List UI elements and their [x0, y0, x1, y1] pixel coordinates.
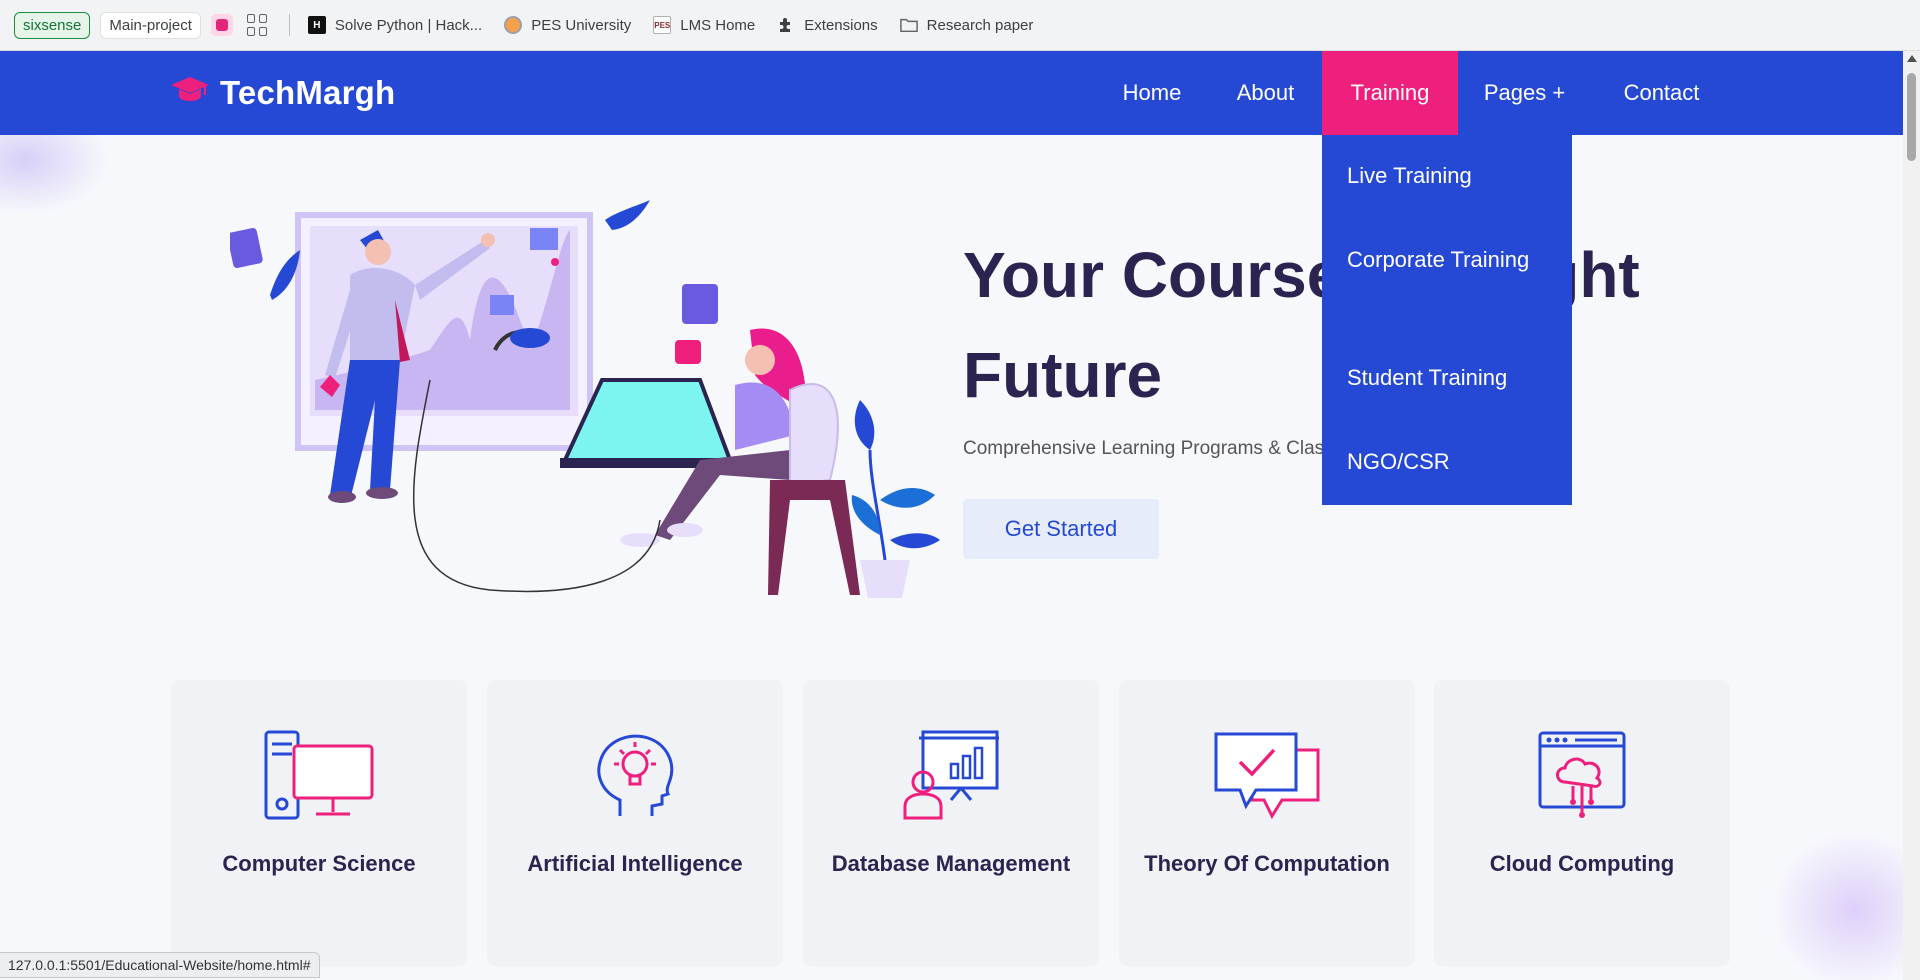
- hero-subtitle: Comprehensive Learning Programs & Classe…: [963, 438, 1354, 459]
- course-title: Theory Of Computation: [1144, 851, 1390, 876]
- hackerrank-icon: H: [307, 16, 326, 34]
- computer-desktop-icon: [171, 730, 467, 820]
- bookmark-label: Extensions: [804, 16, 878, 34]
- nav-contact[interactable]: Contact: [1591, 51, 1732, 135]
- scrollbar-thumb[interactable]: [1907, 73, 1916, 161]
- course-title: Computer Science: [222, 851, 416, 876]
- tab-group-icon[interactable]: [210, 14, 233, 36]
- dropdown-item-live-training[interactable]: Live Training: [1347, 159, 1557, 193]
- bookmark-label: Solve Python | Hack...: [334, 16, 483, 34]
- bookmark-pes-university[interactable]: PES University: [504, 16, 631, 34]
- profile-chip[interactable]: sixsense: [14, 11, 91, 39]
- course-card-cloud-computing[interactable]: Cloud Computing: [1434, 680, 1730, 966]
- brand-name: TechMargh: [220, 74, 396, 111]
- course-title: Artificial Intelligence: [527, 851, 743, 876]
- nav-pages[interactable]: Pages +: [1458, 51, 1591, 135]
- puzzle-piece-icon: [777, 16, 795, 34]
- course-title: Cloud Computing: [1489, 851, 1675, 876]
- folder-icon: [899, 16, 918, 34]
- project-chip[interactable]: Main-project: [100, 11, 201, 39]
- chat-check-icon: [1119, 730, 1415, 820]
- training-dropdown: Live Training Corporate Training Student…: [1322, 135, 1572, 505]
- presentation-board-icon: [803, 730, 1099, 820]
- decorative-blob: [1770, 830, 1920, 980]
- bookmark-label: PES University: [531, 16, 632, 34]
- apps-grid-icon[interactable]: [246, 14, 269, 36]
- get-started-button[interactable]: Get Started: [963, 499, 1159, 559]
- navbar: TechMargh Home About Training Pages + Co…: [0, 51, 1920, 135]
- lms-icon: PES: [653, 16, 672, 34]
- pes-university-icon: [504, 16, 523, 34]
- scroll-up-arrow-icon[interactable]: [1907, 55, 1917, 62]
- bookmark-lms-home[interactable]: PES LMS Home: [653, 16, 755, 34]
- page-scrollbar[interactable]: [1903, 51, 1920, 980]
- bookmark-extensions[interactable]: Extensions: [777, 16, 878, 34]
- nav-training[interactable]: Training: [1322, 51, 1458, 135]
- course-card-computer-science[interactable]: Computer Science: [171, 680, 467, 966]
- graduation-cap-icon: [170, 74, 210, 112]
- nav-about[interactable]: About: [1209, 51, 1322, 135]
- course-title: Database Management: [831, 851, 1071, 876]
- bookmarks-divider: [288, 14, 290, 36]
- dropdown-item-student-training[interactable]: Student Training: [1347, 361, 1557, 395]
- dropdown-item-ngo-csr[interactable]: NGO/CSR: [1347, 445, 1557, 479]
- nav-home[interactable]: Home: [1095, 51, 1209, 135]
- head-lightbulb-icon: [487, 730, 783, 820]
- course-card-database-management[interactable]: Database Management: [803, 680, 1099, 966]
- bookmarks-bar: sixsense Main-project H Solve Python | H…: [0, 0, 1920, 51]
- course-card-artificial-intelligence[interactable]: Artificial Intelligence: [487, 680, 783, 966]
- bookmark-research-paper[interactable]: Research paper: [899, 16, 1034, 34]
- brand-logo[interactable]: TechMargh: [170, 51, 395, 135]
- people-learning-illustration: [227, 200, 940, 600]
- dropdown-item-corporate-training[interactable]: Corporate Training: [1347, 243, 1557, 277]
- bookmark-hackerrank[interactable]: H Solve Python | Hack...: [307, 16, 483, 34]
- course-card-theory-of-computation[interactable]: Theory Of Computation: [1119, 680, 1415, 966]
- cloud-browser-icon: [1434, 730, 1730, 820]
- bookmark-label: LMS Home: [680, 16, 756, 34]
- link-status-url: 127.0.0.1:5501/Educational-Website/home.…: [0, 952, 320, 978]
- bookmark-label: Research paper: [926, 16, 1034, 34]
